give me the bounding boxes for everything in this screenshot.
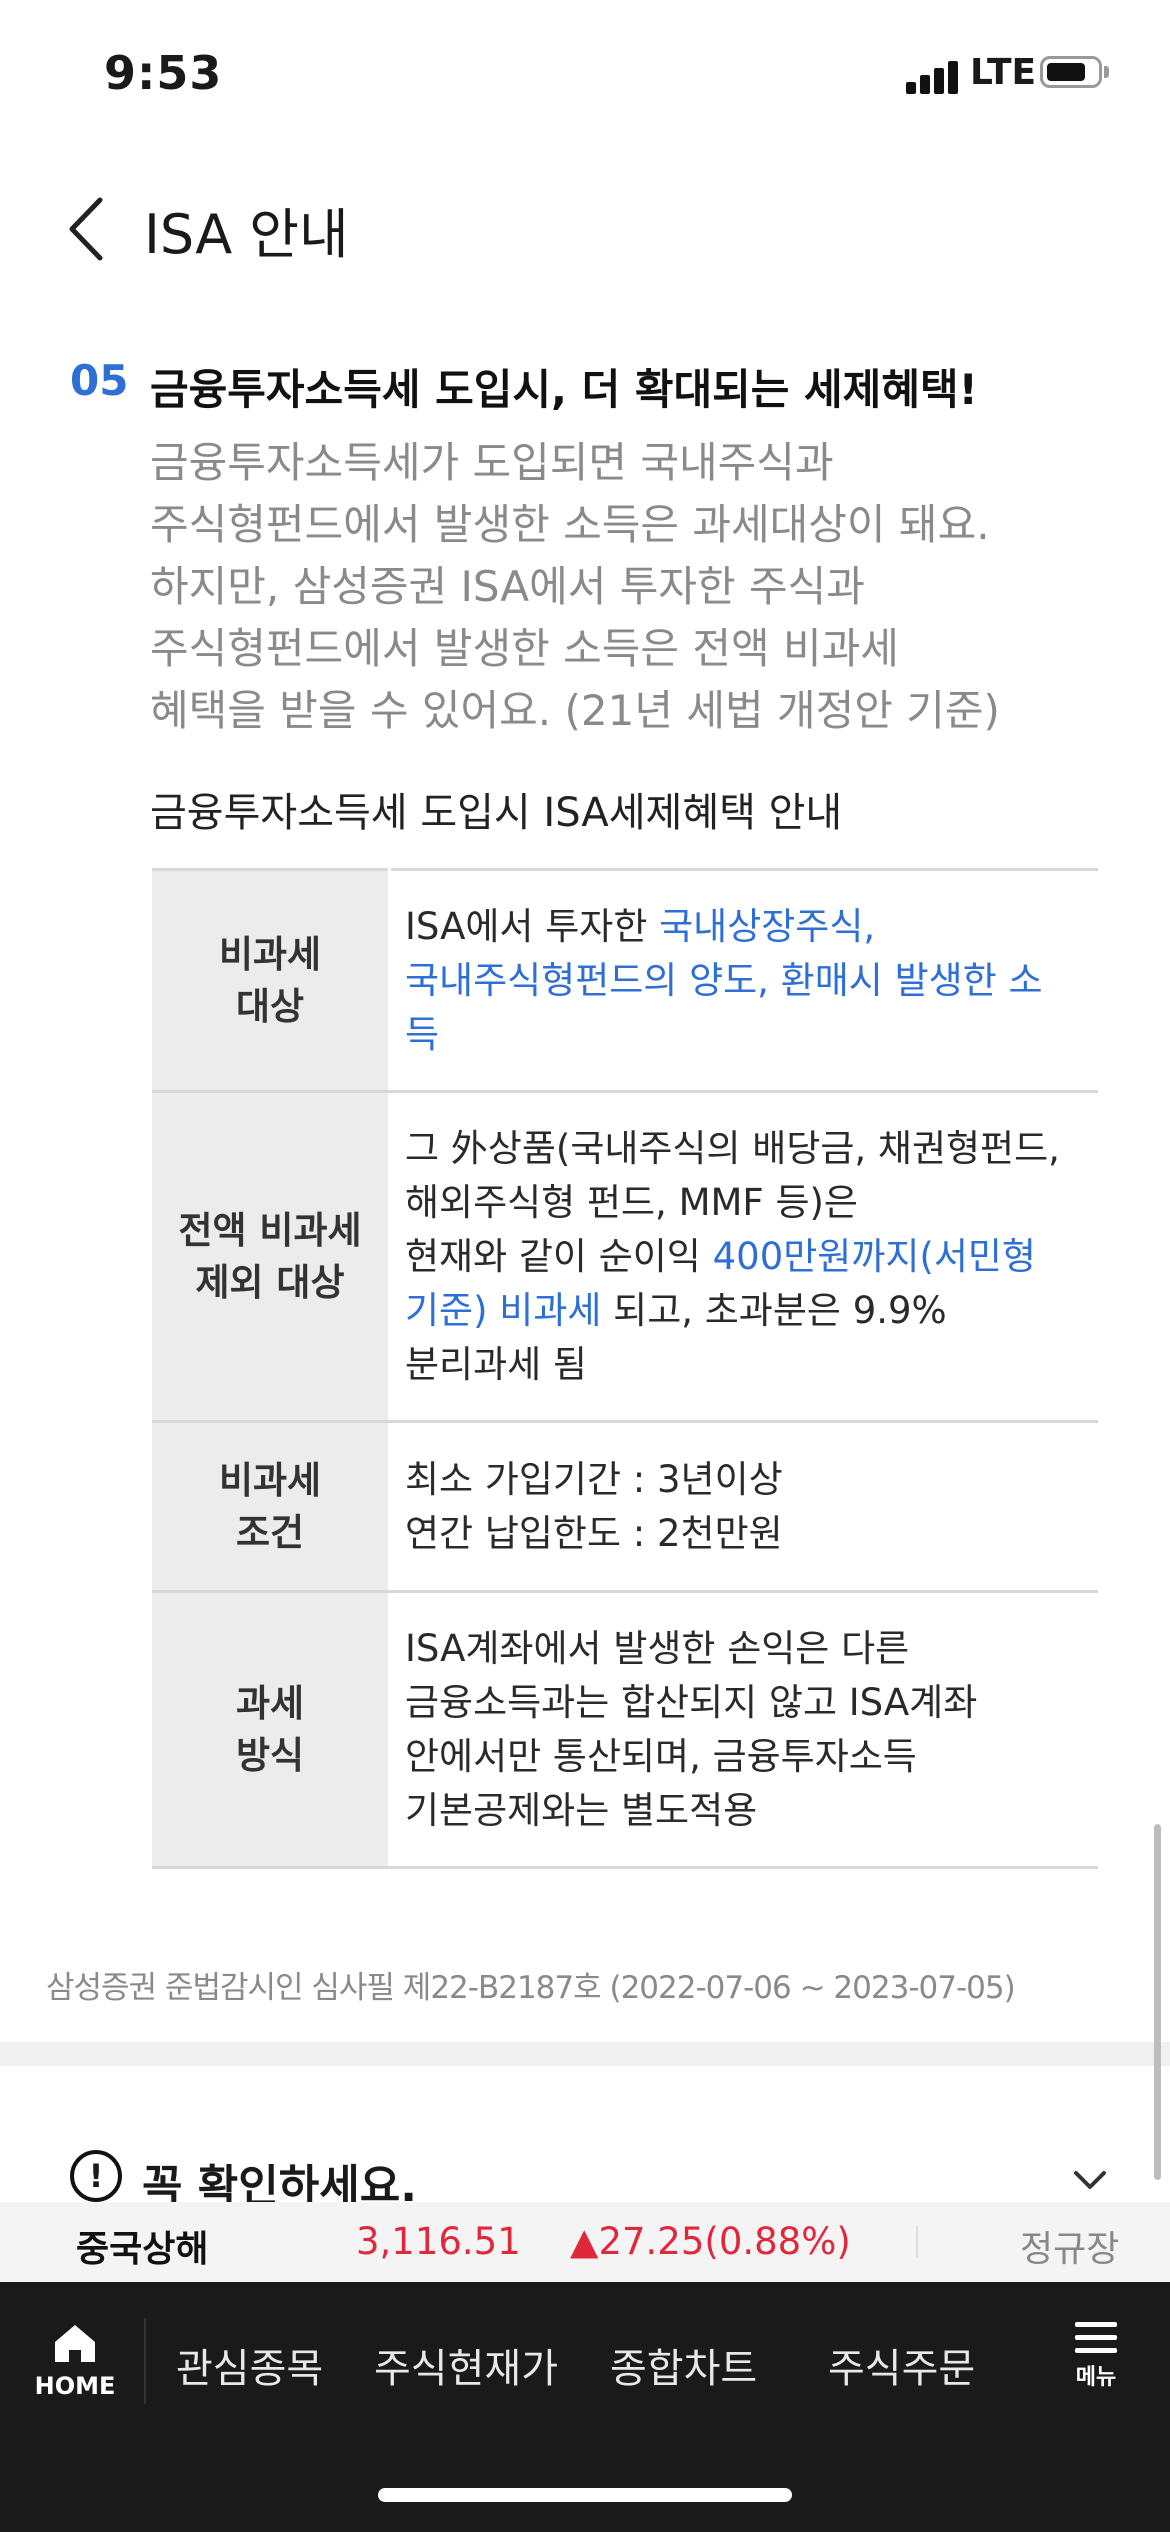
ticker-session: 정규장: [1020, 2229, 1120, 2270]
exclamation-icon: !: [70, 2150, 122, 2202]
table-row: 비과세 대상 ISA에서 투자한 국내상장주식, 국내주식형펀드의 양도, 환매…: [152, 868, 1098, 1093]
chevron-left-icon: [69, 197, 103, 261]
table-caption: 금융투자소득세 도입시 ISA세제혜택 안내: [150, 790, 843, 836]
section-description: 금융투자소득세가 도입되면 국내주식과 주식형펀드에서 발생한 소득은 과세대상…: [150, 432, 1080, 742]
status-time: 9:53: [104, 46, 223, 100]
row-header-line: 비과세: [218, 932, 322, 976]
content-line: 연간 납입한도 : 2천만원: [405, 1511, 783, 1555]
row-header: 전액 비과세 제외 대상: [152, 1090, 391, 1423]
row-header-line: 제외 대상: [195, 1260, 345, 1304]
description-line: 하지만, 삼성증권 ISA에서 투자한 주식과: [150, 562, 865, 611]
content-line: 금융소득과는 합산되지 않고 ISA계좌: [405, 1680, 978, 1724]
content-text: 현재와 같이 순이익: [405, 1234, 713, 1278]
content-text: ISA에서 투자한: [405, 904, 660, 948]
row-header-line: 비과세: [218, 1458, 322, 1502]
row-header-line: 조건: [235, 1510, 305, 1554]
content-line: ISA에서 투자한 국내상장주식,: [405, 900, 1084, 954]
nav-divider: [144, 2318, 146, 2404]
ticker-price: 3,116.51: [356, 2220, 521, 2263]
network-label: LTE: [970, 52, 1037, 93]
content-line: 그 外상품(국내주식의 배당금, 채권형펀드,: [405, 1126, 1060, 1170]
row-content: ISA에서 투자한 국내상장주식, 국내주식형펀드의 양도, 환매시 발생한 소…: [389, 868, 1098, 1093]
section-title: 금융투자소득세 도입시, 더 확대되는 세제혜택!: [150, 365, 978, 414]
page-title: ISA 안내: [144, 203, 349, 266]
content-line: 최소 가입기간 : 3년이상: [405, 1457, 783, 1501]
page-header: ISA 안내: [0, 150, 1170, 300]
hamburger-icon: [1066, 2322, 1126, 2353]
nav-item-chart[interactable]: 종합차트: [610, 2336, 757, 2394]
description-line: 금융투자소득세가 도입되면 국내주식과: [150, 438, 834, 487]
nav-menu-label: 메뉴: [1075, 2365, 1117, 2390]
row-content: 그 外상품(국내주식의 배당금, 채권형펀드, 해외주식형 펀드, MMF 등)…: [389, 1090, 1098, 1423]
nav-item-stock-price[interactable]: 주식현재가: [374, 2336, 558, 2394]
content-line: 해외주식형 펀드, MMF 등)은: [405, 1180, 858, 1224]
nav-item-watchlist[interactable]: 관심종목: [176, 2336, 323, 2394]
description-line: 혜택을 받을 수 있어요. (21년 세법 개정안 기준): [150, 686, 1000, 735]
nav-home-label: HOME: [34, 2372, 116, 2400]
home-indicator: [378, 2488, 792, 2502]
scrollbar[interactable]: [1154, 1824, 1161, 2180]
table-row: 비과세 조건 최소 가입기간 : 3년이상 연간 납입한도 : 2천만원: [152, 1420, 1098, 1593]
highlight-text: 국내상장주식,: [659, 904, 876, 948]
ticker-index-name: 중국상해: [76, 2229, 209, 2270]
description-line: 주식형펀드에서 발생한 소득은 전액 비과세: [150, 624, 899, 673]
highlight-text: 400만원까지(서민형: [712, 1234, 1036, 1278]
nav-item-order[interactable]: 주식주문: [828, 2336, 975, 2394]
battery-tip: [1104, 66, 1109, 78]
highlight-text: 국내주식형펀드의 양도, 환매시 발생한 소: [405, 958, 1043, 1002]
market-ticker[interactable]: 중국상해 3,116.51 ▲27.25(0.88%) 정규장: [0, 2202, 1170, 2282]
content-line: 기준) 비과세 되고, 초과분은 9.9%: [405, 1284, 1084, 1338]
signal-icon: [906, 60, 962, 94]
nav-menu-button[interactable]: 메뉴: [1066, 2322, 1126, 2391]
ticker-divider: [916, 2226, 918, 2258]
home-icon: [55, 2325, 95, 2362]
table-row: 과세 방식 ISA계좌에서 발생한 손익은 다른 금융소득과는 합산되지 않고 …: [152, 1590, 1098, 1869]
back-button[interactable]: [62, 194, 122, 264]
table-row: 전액 비과세 제외 대상 그 外상품(국내주식의 배당금, 채권형펀드, 해외주…: [152, 1090, 1098, 1423]
battery-icon: [1040, 56, 1102, 88]
row-header: 과세 방식: [152, 1590, 391, 1869]
row-content: ISA계좌에서 발생한 손익은 다른 금융소득과는 합산되지 않고 ISA계좌 …: [389, 1590, 1098, 1869]
ticker-change: ▲27.25(0.88%): [570, 2220, 851, 2263]
row-header: 비과세 조건: [152, 1420, 391, 1593]
highlight-text: 기준) 비과세: [405, 1288, 602, 1332]
content-line: 현재와 같이 순이익 400만원까지(서민형: [405, 1230, 1084, 1284]
tax-benefit-table: 비과세 대상 ISA에서 투자한 국내상장주식, 국내주식형펀드의 양도, 환매…: [152, 868, 1098, 1869]
content-line: ISA계좌에서 발생한 손익은 다른: [405, 1626, 910, 1670]
row-header-line: 전액 비과세: [178, 1208, 362, 1252]
content-line: 분리과세 됨: [405, 1342, 587, 1386]
section-divider: [0, 2042, 1170, 2066]
nav-home-button[interactable]: HOME: [30, 2322, 120, 2400]
status-bar: 9:53 LTE: [0, 0, 1170, 150]
content-line: 기본공제와는 별도적용: [405, 1788, 758, 1832]
section-number: 05: [70, 356, 129, 405]
row-header-line: 대상: [235, 984, 305, 1028]
highlight-text: 득: [405, 1012, 440, 1056]
row-header-line: 방식: [235, 1733, 305, 1777]
row-header-line: 과세: [235, 1681, 305, 1725]
content-line: 안에서만 통산되며, 금융투자소득: [405, 1734, 917, 1778]
notice-accordion[interactable]: ! 꼭 확인하세요.: [70, 2150, 1110, 2212]
row-header: 비과세 대상: [152, 868, 391, 1093]
chevron-down-icon: [1074, 2171, 1106, 2189]
compliance-footnote: 삼성증권 준법감시인 심사필 제22-B2187호 (2022-07-06 ~ …: [46, 1970, 1016, 2006]
content-text: 되고, 초과분은 9.9%: [601, 1288, 947, 1332]
description-line: 주식형펀드에서 발생한 소득은 과세대상이 돼요.: [150, 500, 990, 549]
row-content: 최소 가입기간 : 3년이상 연간 납입한도 : 2천만원: [389, 1420, 1098, 1593]
